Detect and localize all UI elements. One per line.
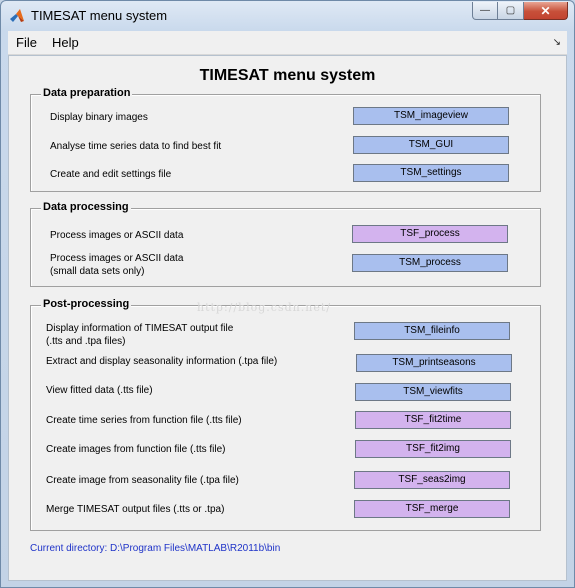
row-label: Extract and display seasonality informat…: [46, 356, 278, 367]
tsm-printseasons-button[interactable]: TSM_printseasons: [356, 354, 512, 372]
row-label: Create images from function file (.tts f…: [46, 444, 226, 455]
tsf-fit2time-button[interactable]: TSF_fit2time: [355, 411, 511, 429]
row-label: Merge TIMESAT output files (.tts or .tpa…: [46, 504, 225, 515]
row-label: Analyse time series data to find best fi…: [50, 141, 222, 152]
matlab-logo-icon: [10, 9, 24, 22]
maximize-button[interactable]: ▢: [498, 2, 524, 20]
row-label-secondary: (small data sets only): [50, 266, 145, 277]
row-label: Display binary images: [50, 112, 148, 123]
panel-title: Data preparation: [41, 87, 133, 99]
tsf-fit2img-button[interactable]: TSF_fit2img: [355, 440, 511, 458]
row-label: Process images or ASCII data: [50, 230, 184, 241]
panel-title: Post-processing: [41, 298, 132, 310]
row-label: View fitted data (.tts file): [46, 385, 153, 396]
row-label: Display information of TIMESAT output fi…: [46, 323, 234, 334]
row-label: Create image from seasonality file (.tpa…: [46, 475, 239, 486]
menu-help[interactable]: Help: [52, 35, 79, 50]
figure-content: TIMESAT menu system Data preparation Dis…: [8, 55, 567, 581]
window-title: TIMESAT menu system: [31, 8, 168, 23]
blog-watermark: http://blog.csdn.net/: [197, 301, 331, 314]
tsm-viewfits-button[interactable]: TSM_viewfits: [355, 383, 511, 401]
minimize-button[interactable]: —: [472, 2, 498, 20]
tsm-gui-button[interactable]: TSM_GUI: [353, 136, 509, 154]
data-preparation-panel: Data preparation Display binary images T…: [30, 87, 541, 192]
title-bar[interactable]: TIMESAT menu system — ▢ ✕: [1, 1, 574, 31]
tsm-fileinfo-button[interactable]: TSM_fileinfo: [354, 322, 510, 340]
panel-title: Data processing: [41, 201, 131, 213]
close-button[interactable]: ✕: [524, 2, 568, 20]
window-controls: — ▢ ✕: [472, 2, 568, 20]
menu-file[interactable]: File: [16, 35, 37, 50]
menu-bar: File Help ↘: [8, 31, 567, 55]
application-window: TIMESAT menu system — ▢ ✕ File Help ↘ TI…: [0, 0, 575, 588]
tsf-process-button[interactable]: TSF_process: [352, 225, 508, 243]
current-directory-text: Current directory: D:\Program Files\MATL…: [30, 543, 281, 554]
tsf-seas2img-button[interactable]: TSF_seas2img: [354, 471, 510, 489]
tsm-imageview-button[interactable]: TSM_imageview: [353, 107, 509, 125]
post-processing-panel: Post-processing Display information of T…: [30, 298, 541, 531]
data-processing-panel: Data processing Process images or ASCII …: [30, 201, 541, 287]
row-label: Process images or ASCII data: [50, 253, 184, 264]
tsm-settings-button[interactable]: TSM_settings: [353, 164, 509, 182]
row-label-secondary: (.tts and .tpa files): [46, 336, 126, 347]
tsm-process-button[interactable]: TSM_process: [352, 254, 508, 272]
page-title: TIMESAT menu system: [199, 67, 376, 84]
dock-arrow-icon[interactable]: ↘: [553, 37, 561, 48]
tsf-merge-button[interactable]: TSF_merge: [354, 500, 510, 518]
row-label: Create time series from function file (.…: [46, 415, 242, 426]
row-label: Create and edit settings file: [50, 169, 172, 180]
